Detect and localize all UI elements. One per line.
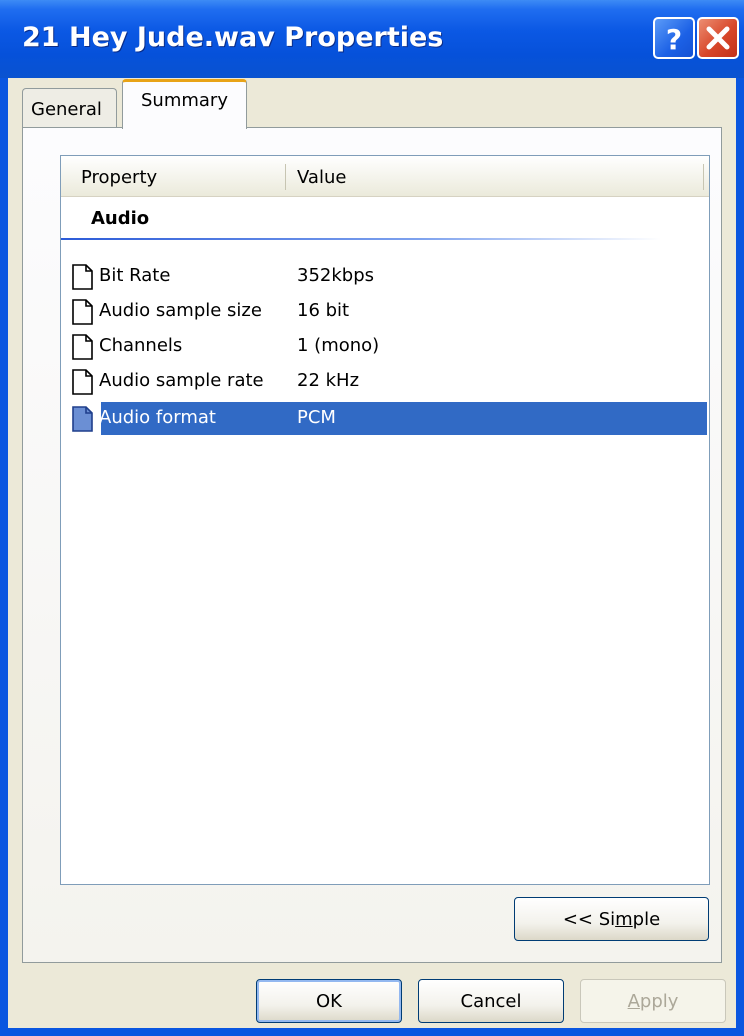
title-bar[interactable]: 21 Hey Jude.wav Properties ? (0, 0, 744, 78)
close-button[interactable] (697, 17, 739, 59)
list-item[interactable]: Audio sample rate 22 kHz (61, 365, 709, 398)
list-item[interactable]: Bit Rate 352kbps (61, 260, 709, 293)
column-header-property[interactable]: Property (81, 167, 157, 188)
property-name: Channels (99, 335, 183, 356)
simple-label-pre: << Si (562, 908, 616, 930)
document-icon (72, 406, 93, 432)
property-value: 22 kHz (297, 370, 360, 391)
document-icon (72, 334, 93, 360)
list-item-selected[interactable]: Audio format PCM (61, 402, 709, 435)
tab-summary-label: Summary (141, 90, 228, 111)
apply-button[interactable]: Apply (580, 979, 726, 1023)
document-icon (72, 369, 93, 395)
property-name: Audio format (99, 407, 216, 428)
apply-label-accel: A (627, 990, 640, 1012)
property-value: PCM (297, 407, 336, 428)
svg-text:?: ? (666, 23, 682, 56)
column-divider[interactable] (703, 164, 704, 190)
property-name: Bit Rate (99, 265, 171, 286)
ok-button[interactable]: OK (256, 979, 402, 1023)
group-header-audio: Audio (91, 208, 150, 229)
simple-label-post: ple (632, 908, 661, 930)
window-title: 21 Hey Jude.wav Properties (22, 22, 444, 53)
group-divider (61, 238, 661, 240)
help-button[interactable]: ? (653, 17, 695, 59)
column-divider[interactable] (285, 164, 286, 190)
property-name: Audio sample rate (99, 370, 264, 391)
properties-list[interactable]: Property Value Audio Bit Rate 352kbps Au… (60, 155, 710, 885)
document-icon (72, 264, 93, 290)
document-icon (72, 299, 93, 325)
close-icon (706, 26, 730, 50)
tab-general[interactable]: General (22, 88, 117, 128)
property-value: 352kbps (297, 265, 375, 286)
column-header-value[interactable]: Value (297, 167, 346, 188)
simple-label-accel: m (615, 908, 633, 930)
cancel-button[interactable]: Cancel (418, 979, 564, 1023)
list-item[interactable]: Channels 1 (mono) (61, 330, 709, 363)
property-value: 1 (mono) (297, 335, 380, 356)
property-value: 16 bit (297, 300, 350, 321)
property-name: Audio sample size (99, 300, 262, 321)
help-icon: ? (666, 23, 682, 56)
list-item[interactable]: Audio sample size 16 bit (61, 295, 709, 328)
simple-view-button[interactable]: << Si m ple (514, 897, 709, 941)
tab-summary[interactable]: Summary (122, 79, 247, 129)
apply-label-post: pply (639, 990, 679, 1012)
tab-general-label: General (31, 99, 102, 120)
list-header: Property Value (61, 156, 709, 197)
